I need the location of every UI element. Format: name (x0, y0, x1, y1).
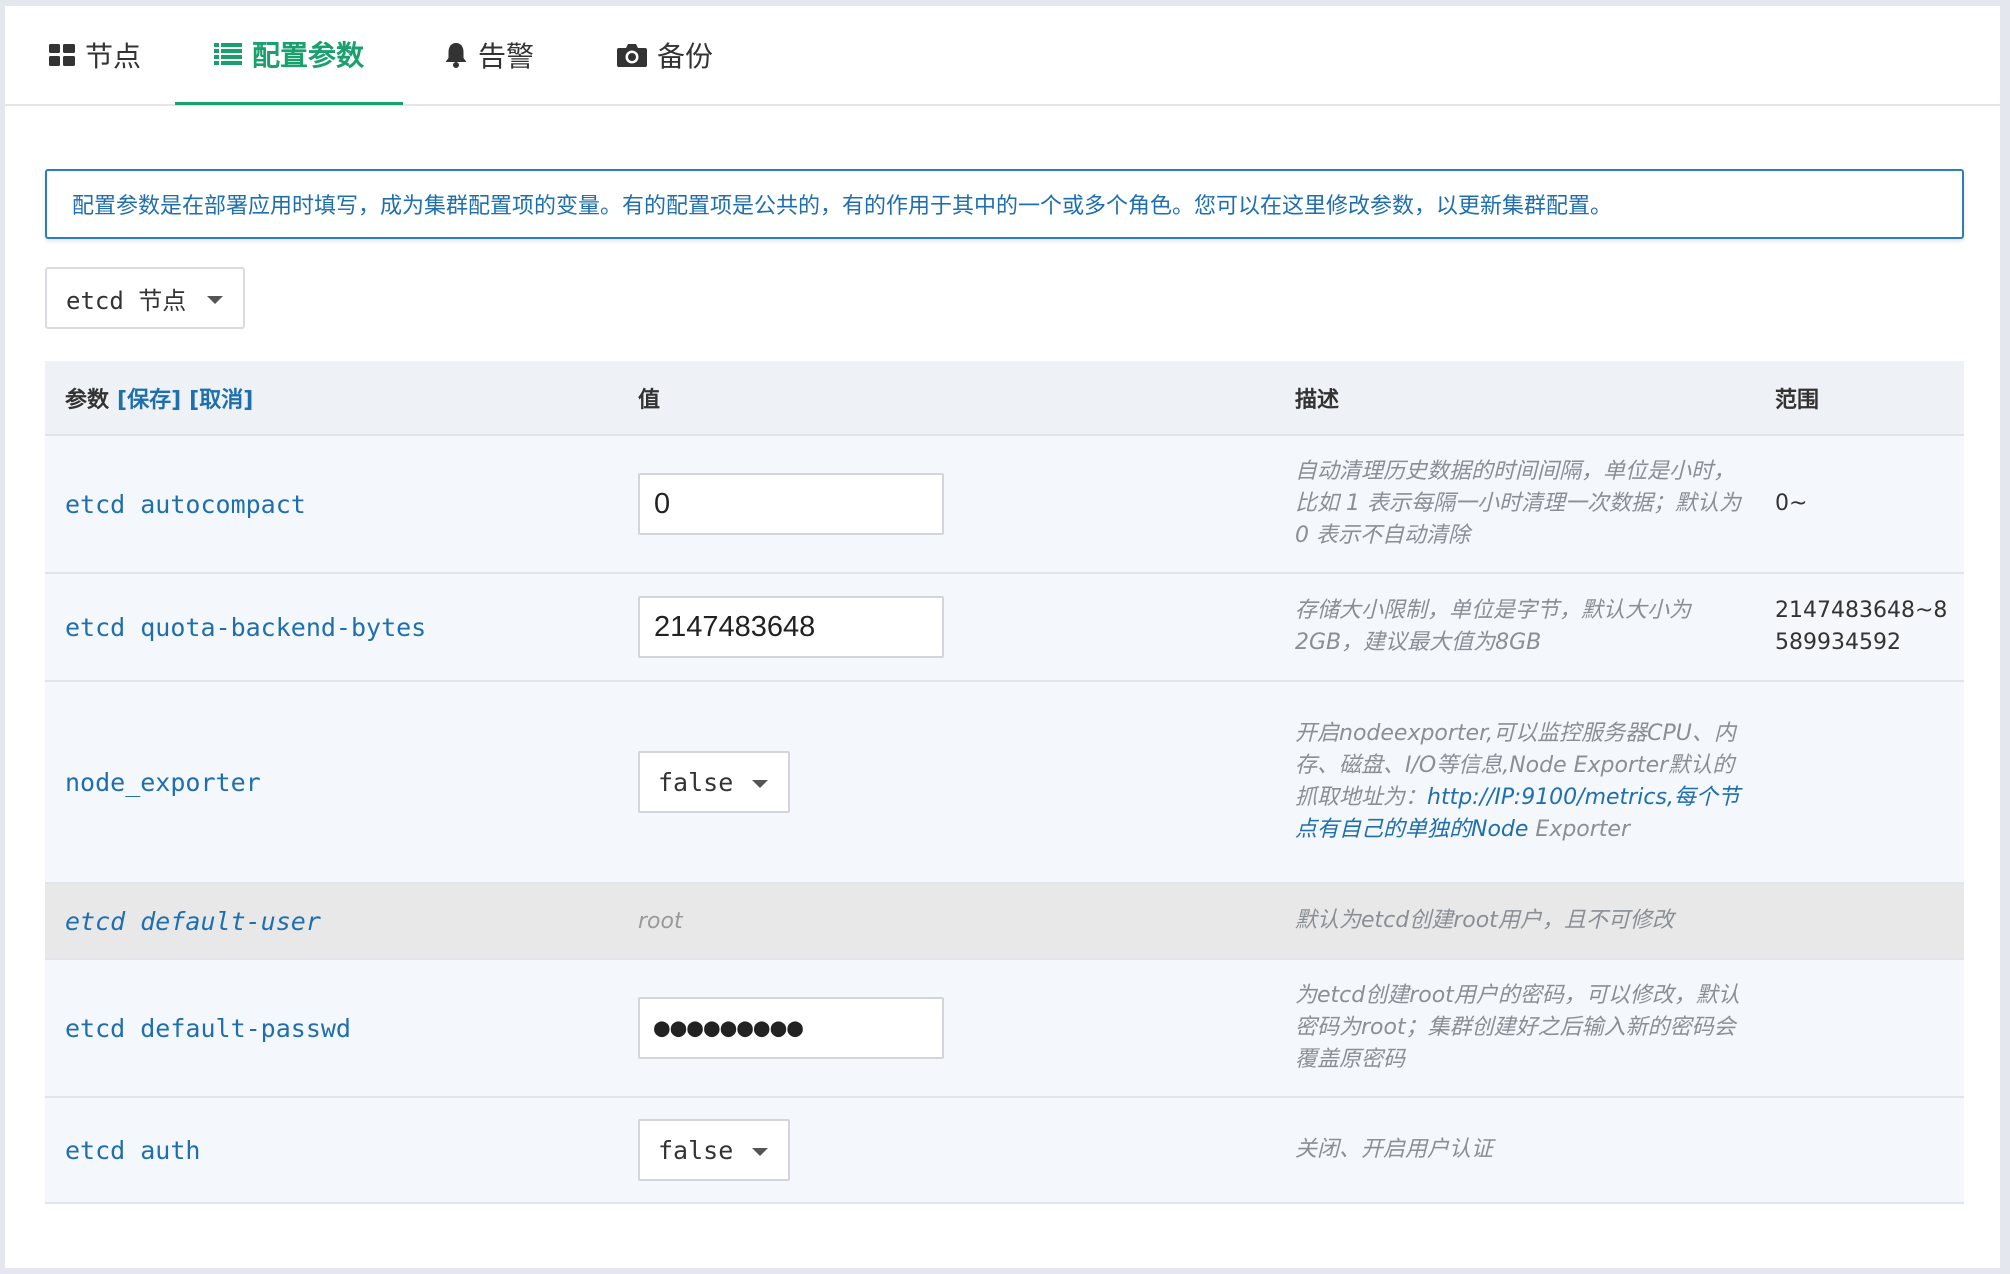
bell-icon (444, 42, 468, 68)
role-select[interactable]: etcd 节点 (45, 267, 245, 329)
info-text: 配置参数是在部署应用时填写，成为集群配置项的变量。有的配置项是公共的，有的作用于… (72, 194, 1613, 219)
auth-value: false (658, 1135, 734, 1165)
cancel-link[interactable]: [取消] (189, 382, 253, 414)
table-row: etcd auth false 关闭、开启用户认证 (45, 1098, 1964, 1204)
node-exporter-value: false (658, 767, 734, 797)
table-row: etcd quota-backend-bytes 2147483648 存储大小… (45, 574, 1964, 682)
param-desc: 自动清理历史数据的时间间隔，单位是小时，比如 1 表示每隔一小时清理一次数据；默… (1295, 459, 1741, 548)
config-panel: 节点 配置参数 告警 备份 配置参数是在部署应用时填写，成为集群配置项的变量。有… (5, 6, 2000, 1268)
header-param-label: 参数 (65, 387, 110, 413)
config-table: 参数 [保存] [取消] 值 描述 范围 etcd autocompact 0 … (45, 361, 1964, 1204)
autocompact-input[interactable]: 0 (638, 473, 944, 535)
tab-config-label: 配置参数 (251, 39, 364, 72)
camera-icon (616, 43, 647, 67)
param-desc: 存储大小限制，单位是字节，默认大小为2GB，建议最大值为8GB (1295, 598, 1692, 655)
node-exporter-select[interactable]: false (638, 751, 790, 813)
quota-backend-bytes-input[interactable]: 2147483648 (638, 596, 944, 658)
tab-alerts[interactable]: 告警 (439, 6, 539, 104)
caret-down-icon (207, 296, 223, 304)
param-name: node_exporter (65, 767, 261, 797)
readonly-value: root (638, 908, 683, 934)
table-row: etcd default-passwd ●●●●●●●●● 为etcd创建roo… (45, 960, 1964, 1098)
auth-select[interactable]: false (638, 1119, 790, 1181)
info-alert: 配置参数是在部署应用时填写，成为集群配置项的变量。有的配置项是公共的，有的作用于… (45, 169, 1964, 239)
param-name: etcd default-user (65, 906, 321, 936)
tab-bar: 节点 配置参数 告警 备份 (5, 6, 2000, 106)
param-name: etcd quota-backend-bytes (65, 612, 427, 642)
grid-icon (48, 44, 75, 66)
table-row: etcd default-user root 默认为etcd创建root用户，且… (45, 884, 1964, 960)
param-name: etcd auth (65, 1135, 201, 1165)
param-range: 2147483648~8589934592 (1775, 598, 1948, 655)
table-row: node_exporter false 开启nodeexporter,可以监控服… (45, 682, 1964, 884)
tab-config-params[interactable]: 配置参数 (175, 6, 403, 105)
tab-nodes[interactable]: 节点 (45, 6, 145, 104)
param-desc: 默认为etcd创建root用户，且不可修改 (1295, 908, 1674, 933)
header-param: 参数 [保存] [取消] (65, 361, 625, 434)
param-range: 0~ (1775, 491, 1808, 516)
list-icon (213, 42, 242, 66)
tab-alerts-label: 告警 (477, 40, 534, 73)
header-range: 范围 (1775, 387, 1820, 413)
param-name: etcd default-passwd (65, 1013, 351, 1043)
caret-down-icon (752, 780, 768, 788)
param-name: etcd autocompact (65, 489, 306, 519)
header-value: 值 (638, 387, 661, 413)
tab-nodes-label: 节点 (84, 40, 141, 73)
caret-down-icon (752, 1148, 768, 1156)
table-header: 参数 [保存] [取消] 值 描述 范围 (45, 361, 1964, 436)
role-select-value: etcd 节点 (66, 286, 187, 315)
table-row: etcd autocompact 0 自动清理历史数据的时间间隔，单位是小时，比… (45, 436, 1964, 574)
header-desc: 描述 (1295, 387, 1340, 413)
param-desc: 为etcd创建root用户的密码，可以修改，默认密码为root；集群创建好之后输… (1295, 983, 1740, 1072)
password-input[interactable]: ●●●●●●●●● (638, 997, 944, 1059)
desc-text-end: Exporter (1528, 817, 1631, 842)
tab-backup[interactable]: 备份 (615, 6, 715, 104)
param-desc: 开启nodeexporter,可以监控服务器CPU、内存、磁盘、I/O等信息,N… (1295, 718, 1755, 846)
save-link[interactable]: [保存] (117, 382, 181, 414)
param-desc: 关闭、开启用户认证 (1295, 1137, 1494, 1162)
tab-backup-label: 备份 (656, 40, 713, 73)
